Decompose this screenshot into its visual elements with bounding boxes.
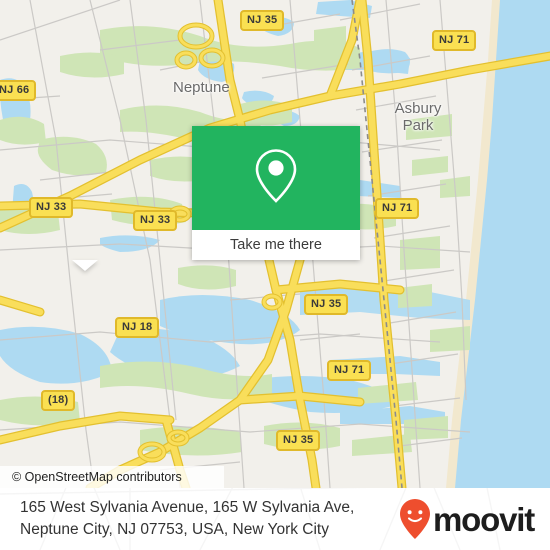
osm-attribution-text[interactable]: © OpenStreetMap contributors [0, 470, 182, 484]
moovit-logo[interactable]: moovit [399, 498, 535, 540]
map-place-label-neptune: Neptune [173, 79, 230, 96]
footer-bar: 165 West Sylvania Avenue, 165 W Sylvania… [0, 488, 550, 550]
route-shield-nj71-north[interactable]: NJ 71 [432, 30, 477, 51]
moovit-wordmark: moovit [433, 500, 535, 538]
route-shield-nj71-mid[interactable]: NJ 71 [375, 198, 420, 219]
destination-card-header [192, 126, 360, 230]
map-place-label-line: Asbury [394, 100, 442, 117]
route-shield-nj66[interactable]: NJ 66 [0, 80, 37, 101]
route-shield-nj71-south[interactable]: NJ 71 [327, 360, 372, 381]
map-canvas[interactable]: Neptune Asbury Park NJ 35 NJ 71 NJ 66 NJ… [0, 0, 550, 488]
route-shield-18[interactable]: (18) [41, 390, 76, 411]
route-shield-nj33-west[interactable]: NJ 33 [29, 197, 74, 218]
map-pin-icon [252, 147, 300, 210]
destination-card-pointer [72, 260, 98, 271]
map-attribution-bar: © OpenStreetMap contributors [0, 466, 224, 488]
address-text: 165 West Sylvania Avenue, 165 W Sylvania… [20, 499, 355, 538]
route-shield-nj33-east[interactable]: NJ 33 [133, 210, 178, 231]
moovit-pin-smiley-icon [399, 498, 431, 540]
footer-content: 165 West Sylvania Avenue, 165 W Sylvania… [0, 488, 550, 550]
take-me-there-label: Take me there [230, 237, 322, 253]
destination-card[interactable]: Take me there [192, 126, 360, 260]
route-shield-nj18[interactable]: NJ 18 [115, 317, 160, 338]
route-shield-nj35-north[interactable]: NJ 35 [240, 10, 285, 31]
map-screenshot: Neptune Asbury Park NJ 35 NJ 71 NJ 66 NJ… [0, 0, 550, 550]
destination-card-action[interactable]: Take me there [192, 230, 360, 260]
route-shield-nj35-mid[interactable]: NJ 35 [304, 294, 349, 315]
map-place-label-asbury-park: Asbury Park [386, 100, 450, 134]
map-place-label-line: Park [402, 117, 434, 134]
route-shield-nj35-south[interactable]: NJ 35 [276, 430, 321, 451]
